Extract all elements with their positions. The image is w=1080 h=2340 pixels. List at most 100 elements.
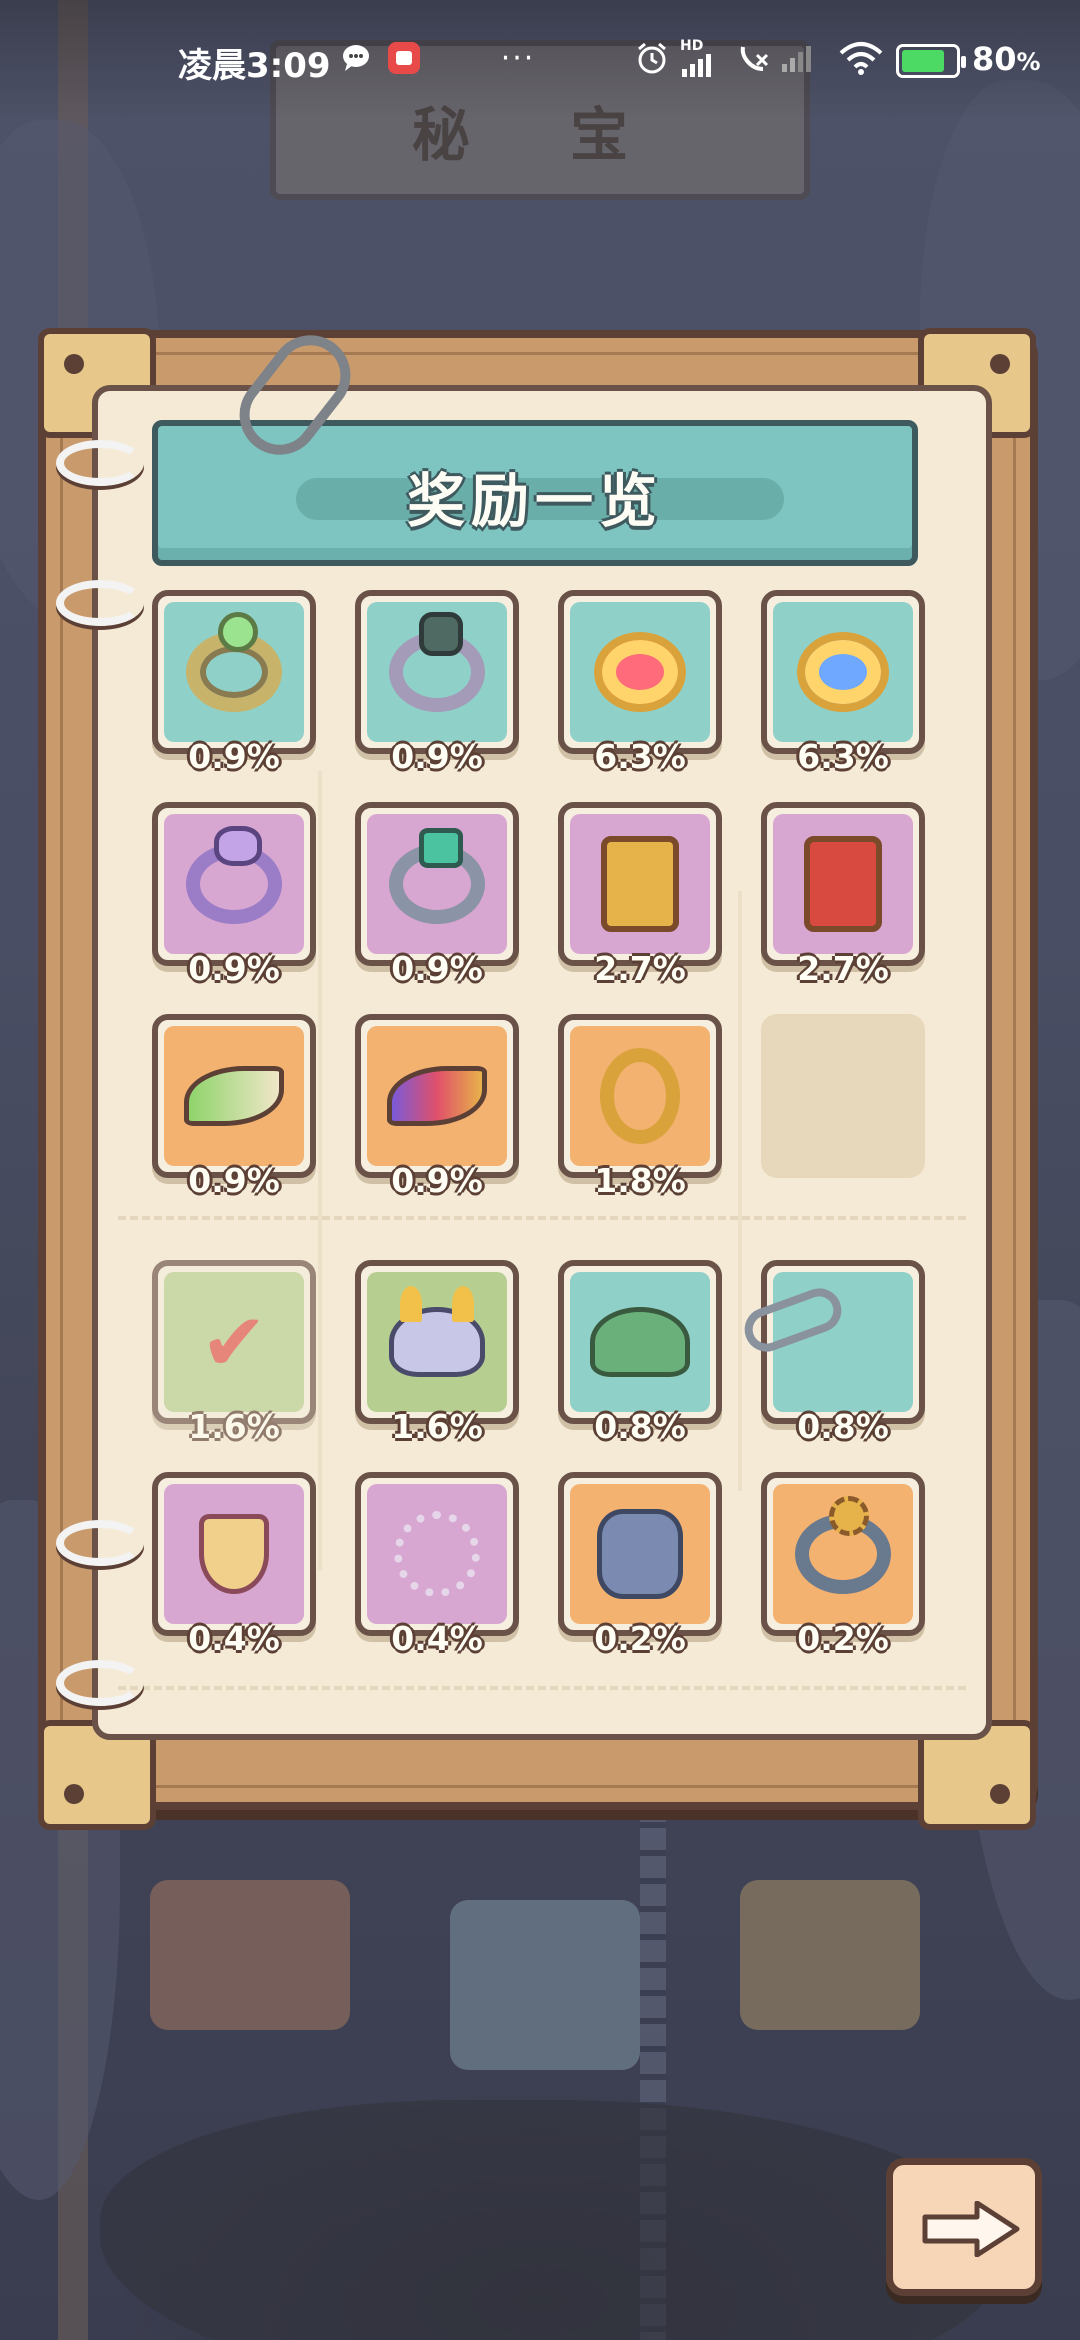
- drop-chance-label: 0.2%: [797, 1619, 889, 1658]
- reward-tile[interactable]: 1.8%: [558, 1014, 722, 1200]
- drop-chance-label: 6.3%: [594, 737, 686, 776]
- star-bracelet-icon: [394, 1511, 480, 1597]
- app-notification-icon: [386, 38, 422, 78]
- reward-tile[interactable]: 0.8%: [558, 1260, 722, 1446]
- tile-art: [738, 1282, 895, 1394]
- tile-art: [385, 1044, 489, 1148]
- horned-helmet-icon: [389, 1286, 485, 1377]
- drop-chance-label: 0.9%: [188, 949, 280, 988]
- leaf-crown-icon: [590, 1307, 690, 1377]
- section-divider: [118, 1686, 966, 1690]
- clover-ring-icon: [389, 612, 485, 712]
- reward-tile[interactable]: 0.2%: [558, 1472, 722, 1658]
- hd-signal-icon: HD: [680, 38, 724, 78]
- golem-armor-icon: [597, 1509, 683, 1599]
- crystal-chest: [450, 1900, 640, 2070]
- emerald-claw-ring-icon: [389, 828, 485, 924]
- drop-chance-label: 0.8%: [797, 1407, 889, 1446]
- tile-art: [791, 620, 895, 724]
- red-charm-icon: [804, 836, 882, 932]
- reward-tile[interactable]: 2.7%: [761, 802, 925, 988]
- wifi-icon: [838, 38, 884, 78]
- drop-chance-label: 0.9%: [391, 949, 483, 988]
- tile-art: [791, 1496, 895, 1606]
- call-off-icon: [734, 38, 774, 78]
- tile-art: [182, 612, 286, 724]
- battery-icon: [896, 44, 966, 78]
- arrow-right-icon: [922, 2201, 1020, 2257]
- drop-chance-label: 0.2%: [594, 1619, 686, 1658]
- drop-chance-label: 1.8%: [594, 1161, 686, 1200]
- shield-pendant-icon: [199, 1514, 269, 1594]
- tile-art: [385, 1286, 489, 1394]
- gold-charm-icon: [601, 836, 679, 932]
- reward-tile[interactable]: 6.3%: [761, 590, 925, 776]
- reward-tile[interactable]: 0.2%: [761, 1472, 925, 1658]
- more-dots-icon: ···: [500, 40, 536, 76]
- battery-percent: 80%: [972, 40, 1041, 78]
- tile-art: [385, 612, 489, 724]
- tile-art: [385, 828, 489, 936]
- drop-chance-label: 2.7%: [594, 949, 686, 988]
- status-bar: 凌晨3:09 ··· HD 80%: [0, 0, 1080, 120]
- tile-art: [588, 1502, 692, 1606]
- drop-chance-label: 1.6%: [391, 1407, 483, 1446]
- gear-ring-icon: [795, 1496, 891, 1594]
- next-button[interactable]: [886, 2158, 1042, 2296]
- drop-chance-label: 6.3%: [797, 737, 889, 776]
- bg-grid-line: [738, 891, 742, 1491]
- reward-tile[interactable]: 0.4%: [152, 1472, 316, 1658]
- reward-tile[interactable]: 1.6%: [355, 1260, 519, 1446]
- reward-tile[interactable]: 0.9%: [152, 802, 316, 988]
- drop-chance-label: 0.4%: [188, 1619, 280, 1658]
- drop-chance-label: 2.7%: [797, 949, 889, 988]
- reward-tile[interactable]: 0.4%: [355, 1472, 519, 1658]
- drop-chance-label: 0.9%: [188, 737, 280, 776]
- battery-level: [902, 50, 944, 72]
- ruby-amulet-icon: [594, 632, 686, 712]
- battery-percent-unit: %: [1016, 48, 1041, 76]
- tile-art: [385, 1502, 489, 1606]
- binder-ring: [56, 1660, 144, 1706]
- reward-tile[interactable]: 0.9%: [152, 1014, 316, 1200]
- film-reel-chest: [740, 1880, 920, 2030]
- drop-chance-label: 1.6%: [188, 1407, 280, 1446]
- section-divider: [118, 1216, 966, 1220]
- checkmark-glyph: ✔: [200, 1295, 268, 1389]
- reward-tile[interactable]: 0.9%: [152, 590, 316, 776]
- reward-tile[interactable]: 0.8%: [738, 1260, 925, 1446]
- tile-art: [588, 832, 692, 936]
- sapphire-amulet-icon: [797, 632, 889, 712]
- tile-art: [588, 1044, 692, 1148]
- drop-chance-label: 0.9%: [391, 737, 483, 776]
- hd-label: HD: [680, 38, 704, 54]
- spiked-chest: [150, 1880, 350, 2030]
- tile-art: [182, 1044, 286, 1148]
- tile-art: [791, 832, 895, 936]
- alarm-icon: [632, 38, 672, 78]
- reward-tile[interactable]: 6.3%: [558, 590, 722, 776]
- ground: [100, 2100, 1000, 2340]
- tile-art: [588, 1290, 692, 1394]
- reward-tile[interactable]: 0.9%: [355, 590, 519, 776]
- drop-chance-label: 0.8%: [594, 1407, 686, 1446]
- binder-ring: [56, 580, 144, 626]
- reward-list-title: 奖励一览: [406, 467, 663, 535]
- message-icon: [338, 38, 374, 78]
- reward-tile[interactable]: 2.7%: [558, 802, 722, 988]
- reward-tile[interactable]: ✔ 1.6%: [152, 1260, 316, 1446]
- reward-tile[interactable]: 0.9%: [355, 1014, 519, 1200]
- drop-chance-label: 0.9%: [188, 1161, 280, 1200]
- battery-percent-value: 80: [972, 40, 1017, 78]
- drop-chance-label: 0.4%: [391, 1619, 483, 1658]
- amethyst-dragon-ring-icon: [186, 826, 282, 924]
- green-wing-ring-icon: [184, 1066, 284, 1126]
- empty-reward-slot: [761, 1014, 925, 1178]
- reward-tile[interactable]: 0.9%: [355, 802, 519, 988]
- binder-ring: [56, 1520, 144, 1566]
- signal-weak-icon: [780, 38, 820, 78]
- check-card-icon: ✔: [200, 1296, 267, 1389]
- ornate-gold-ring-icon: [600, 1048, 680, 1144]
- green-gem-ring-icon: [186, 612, 282, 712]
- binder-ring: [56, 440, 144, 486]
